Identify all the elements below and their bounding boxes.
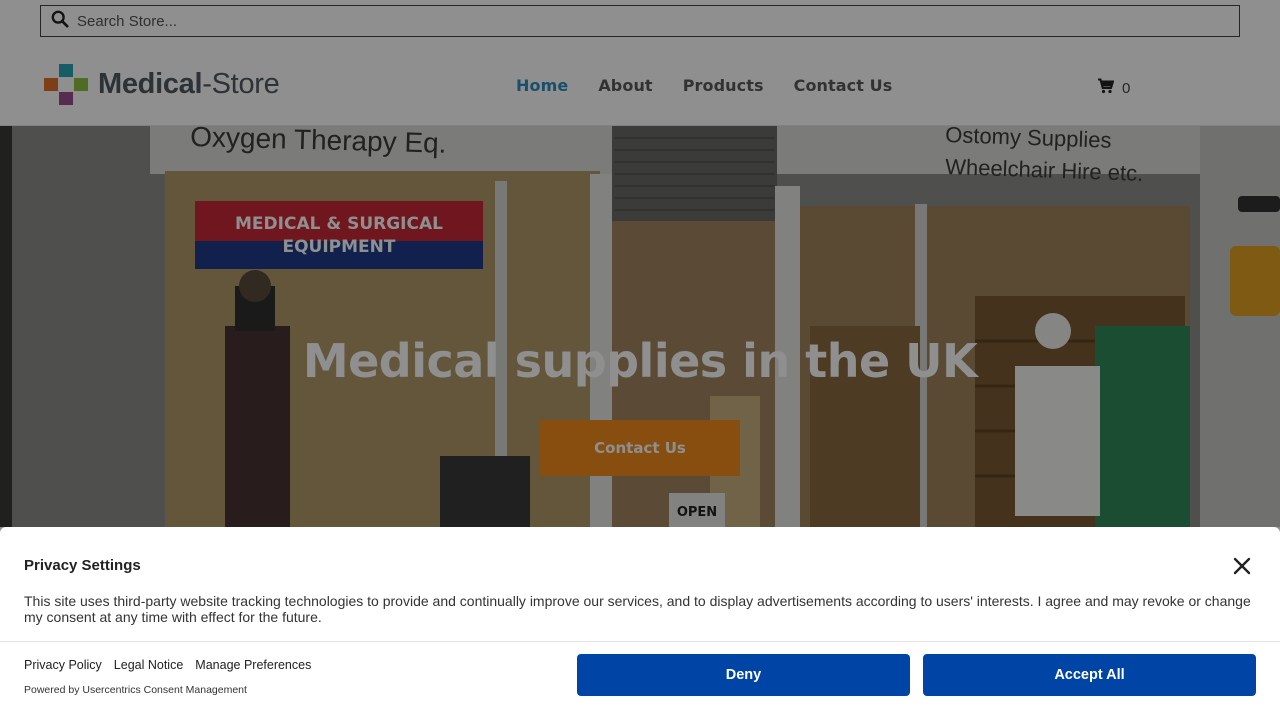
legal-notice-link[interactable]: Legal Notice	[114, 658, 184, 672]
consent-powered-by: Powered by Usercentrics Consent Manageme…	[24, 684, 247, 696]
accept-all-button[interactable]: Accept All	[923, 654, 1256, 696]
manage-preferences-link[interactable]: Manage Preferences	[195, 658, 311, 672]
consent-description: This site uses third-party website track…	[24, 593, 1251, 625]
privacy-policy-link[interactable]: Privacy Policy	[24, 658, 102, 672]
consent-links: Privacy Policy Legal Notice Manage Prefe…	[24, 658, 311, 672]
privacy-consent-banner: Privacy Settings This site uses third-pa…	[0, 527, 1280, 720]
consent-divider	[0, 641, 1280, 642]
consent-title: Privacy Settings	[24, 557, 141, 574]
deny-button[interactable]: Deny	[577, 654, 910, 696]
close-icon[interactable]	[1230, 554, 1254, 578]
